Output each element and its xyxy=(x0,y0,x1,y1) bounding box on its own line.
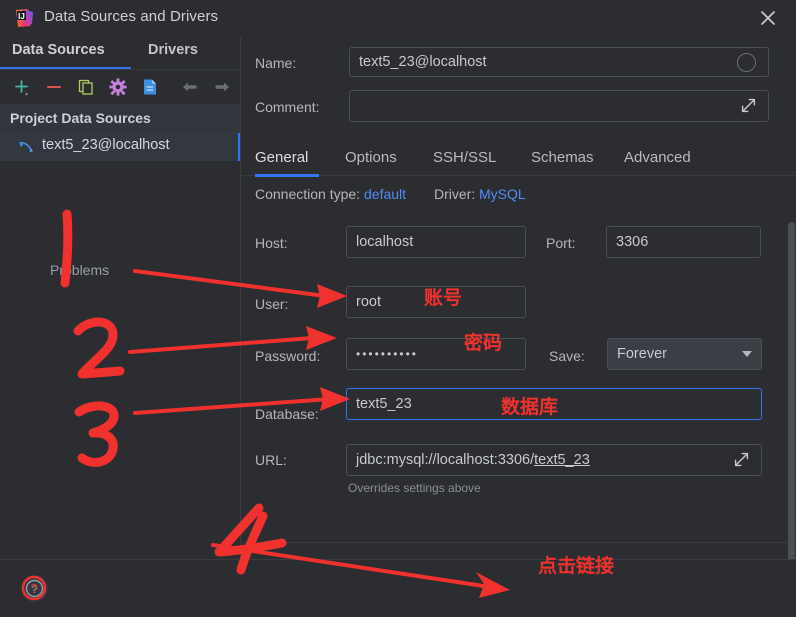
copy-button[interactable] xyxy=(76,77,96,97)
url-value-prefix: jdbc:mysql://localhost:3306/ xyxy=(356,452,535,468)
user-label: User: xyxy=(255,296,289,312)
save-label: Save: xyxy=(549,348,585,364)
active-settings-tab-underline xyxy=(255,174,319,177)
comment-label: Comment: xyxy=(255,99,320,115)
url-expand-icon[interactable] xyxy=(734,452,749,467)
tab-options[interactable]: Options xyxy=(345,149,397,166)
data-sources-toolbar xyxy=(0,70,240,104)
gear-icon[interactable] xyxy=(108,77,128,97)
close-icon[interactable] xyxy=(756,6,780,30)
data-sources-panel: Data Sources Drivers Project Data Source… xyxy=(0,36,240,559)
mysql-datasource-icon xyxy=(18,139,34,155)
help-icon[interactable]: ? xyxy=(21,575,48,602)
sidebar-item-label: text5_23@localhost xyxy=(42,137,170,153)
panel-tab-strip: Data Sources Drivers xyxy=(0,36,240,70)
database-input[interactable]: text5_23 xyxy=(346,388,762,420)
port-label: Port: xyxy=(546,235,576,251)
tab-advanced[interactable]: Advanced xyxy=(624,149,691,166)
panel-footer-separator xyxy=(241,542,796,543)
data-sources-and-drivers-dialog: IJ Data Sources and Drivers Data Sources… xyxy=(0,0,796,617)
host-input[interactable]: localhost xyxy=(346,226,526,258)
problems-label: Problems xyxy=(50,262,110,278)
url-input[interactable]: jdbc:mysql://localhost:3306/text5_23 xyxy=(346,444,762,476)
connection-type-label: Connection type: xyxy=(255,186,361,202)
group-label: Project Data Sources xyxy=(10,110,151,126)
import-button[interactable] xyxy=(140,77,160,97)
host-label: Host: xyxy=(255,235,288,251)
settings-tab-separator xyxy=(241,175,796,176)
svg-text:IJ: IJ xyxy=(18,12,25,21)
sidebar-item-text5-23-localhost[interactable]: text5_23@localhost xyxy=(0,133,240,161)
comment-input[interactable] xyxy=(349,90,769,122)
color-circle-icon[interactable] xyxy=(737,53,756,72)
chevron-down-icon xyxy=(742,351,752,357)
tab-schemas[interactable]: Schemas xyxy=(531,149,594,166)
tab-data-sources[interactable]: Data Sources xyxy=(12,42,105,58)
url-label: URL: xyxy=(255,452,287,468)
data-source-settings-panel: Name: text5_23@localhost Comment: Genera… xyxy=(240,36,796,592)
name-input[interactable]: text5_23@localhost xyxy=(349,47,769,77)
arrow-right-icon[interactable] xyxy=(212,77,232,97)
password-label: Password: xyxy=(255,348,321,364)
database-label: Database: xyxy=(255,406,319,422)
save-select[interactable]: Forever xyxy=(607,338,762,370)
tab-drivers[interactable]: Drivers xyxy=(148,42,198,58)
add-button[interactable] xyxy=(12,77,32,97)
svg-text:?: ? xyxy=(31,584,37,596)
arrow-left-icon[interactable] xyxy=(180,77,200,97)
save-select-value: Forever xyxy=(617,346,667,362)
driver-label: Driver: xyxy=(434,186,476,202)
title-bar: IJ Data Sources and Drivers xyxy=(0,0,796,36)
connection-type-value[interactable]: default xyxy=(364,186,406,202)
window-title: Data Sources and Drivers xyxy=(44,8,219,25)
dialog-footer: ? OK Cancel Apply xyxy=(0,559,796,617)
intellij-idea-logo: IJ xyxy=(14,8,34,28)
user-input[interactable]: root xyxy=(346,286,526,318)
url-hint: Overrides settings above xyxy=(348,481,481,495)
url-value-database: text5_23 xyxy=(534,452,590,468)
settings-scrollbar[interactable] xyxy=(788,222,795,592)
name-label: Name: xyxy=(255,55,297,71)
tab-general[interactable]: General xyxy=(255,149,308,166)
port-input[interactable]: 3306 xyxy=(606,226,761,258)
driver-value[interactable]: MySQL xyxy=(479,186,526,202)
project-data-sources-group: Project Data Sources xyxy=(0,105,240,133)
expand-icon[interactable] xyxy=(741,98,756,113)
tab-ssh-ssl[interactable]: SSH/SSL xyxy=(433,149,496,166)
password-input[interactable]: •••••••••• xyxy=(346,338,526,370)
remove-button[interactable] xyxy=(44,77,64,97)
